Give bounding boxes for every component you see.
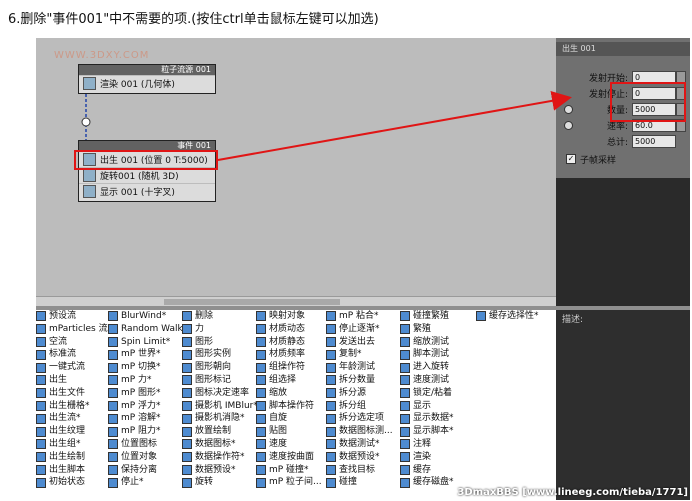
annotation-arrow: [217, 90, 572, 161]
